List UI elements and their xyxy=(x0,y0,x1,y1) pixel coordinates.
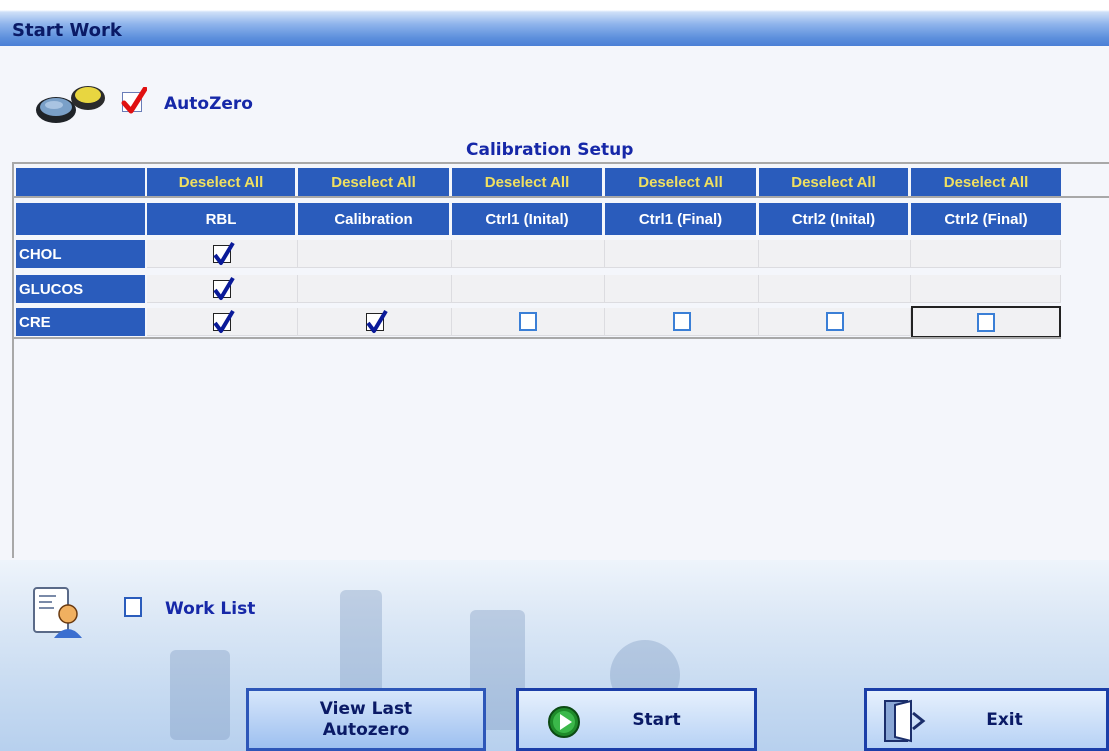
table-top-rule xyxy=(12,162,1109,164)
cell-chol-ctrl1-initial xyxy=(452,240,605,268)
view-last-autozero-button[interactable]: View Last Autozero xyxy=(246,688,486,751)
deselect-all-ctrl2-initial-button[interactable]: Deselect All xyxy=(759,168,908,196)
lens-filters-icon xyxy=(36,86,105,123)
worklist-label: Work List xyxy=(165,599,256,619)
deselect-all-calibration-button[interactable]: Deselect All xyxy=(298,168,449,196)
column-header-rbl: RBL xyxy=(147,203,295,235)
cre-calibration-checkbox[interactable] xyxy=(365,309,388,333)
cell-chol-ctrl2-initial xyxy=(759,240,911,268)
column-header-ctrl2-initial: Ctrl2 (Inital) xyxy=(759,203,908,235)
cre-ctrl2-final-checkbox[interactable] xyxy=(977,312,995,332)
cell-glucos-ctrl1-final xyxy=(605,275,759,303)
title-bar: Start Work xyxy=(0,0,1109,46)
start-label: Start xyxy=(632,709,681,730)
exit-door-icon xyxy=(884,699,926,743)
column-header-calibration: Calibration xyxy=(298,203,449,235)
start-button[interactable]: Start xyxy=(516,688,757,751)
worklist-user-icon xyxy=(33,587,82,638)
cre-ctrl2-initial-checkbox[interactable] xyxy=(825,312,844,331)
check-icon xyxy=(213,276,235,300)
cell-glucos-ctrl2-final xyxy=(911,275,1061,303)
check-icon xyxy=(365,309,388,333)
exit-button[interactable]: Exit xyxy=(864,688,1109,751)
play-icon xyxy=(548,706,580,738)
cell-chol-rbl xyxy=(147,240,298,268)
cell-cre-ctrl2-initial xyxy=(759,308,911,336)
row-header-chol: CHOL xyxy=(16,240,145,268)
check-icon xyxy=(213,241,235,265)
table-mid-rule xyxy=(12,196,1109,198)
view-last-autozero-label: View Last Autozero xyxy=(319,698,413,740)
bottle-decoration xyxy=(170,650,230,740)
cre-rbl-checkbox[interactable] xyxy=(213,309,235,333)
cell-glucos-ctrl2-initial xyxy=(759,275,911,303)
glucos-rbl-checkbox[interactable] xyxy=(213,276,235,300)
cell-cre-ctrl1-final xyxy=(605,308,759,336)
exit-label: Exit xyxy=(986,709,1023,730)
column-header-ctrl2-final: Ctrl2 (Final) xyxy=(911,203,1061,235)
row-header-glucos: GLUCOS xyxy=(16,275,145,303)
cell-cre-ctrl2-final xyxy=(911,306,1061,338)
autozero-label: AutoZero xyxy=(164,94,253,114)
cell-chol-ctrl2-final xyxy=(911,240,1061,268)
autozero-checkbox[interactable] xyxy=(121,87,147,114)
cell-chol-ctrl1-final xyxy=(605,240,759,268)
column-header-ctrl1-initial: Ctrl1 (Inital) xyxy=(452,203,602,235)
cell-chol-calibration xyxy=(298,240,452,268)
row-header-cre: CRE xyxy=(16,308,145,336)
red-check-icon xyxy=(121,87,147,114)
cell-glucos-ctrl1-initial xyxy=(452,275,605,303)
cell-glucos-calibration xyxy=(298,275,452,303)
table-bottom-rule xyxy=(12,337,1061,339)
cre-ctrl1-initial-checkbox[interactable] xyxy=(519,312,537,331)
cell-cre-ctrl1-initial xyxy=(452,308,605,336)
cell-glucos-rbl xyxy=(147,275,298,303)
deselect-all-ctrl2-final-button[interactable]: Deselect All xyxy=(911,168,1061,196)
worklist-checkbox[interactable] xyxy=(124,597,142,617)
window-title: Start Work xyxy=(12,20,122,41)
chol-rbl-checkbox[interactable] xyxy=(213,241,235,265)
deselect-all-ctrl1-final-button[interactable]: Deselect All xyxy=(605,168,756,196)
deselect-all-rbl-button[interactable]: Deselect All xyxy=(147,168,295,196)
cell-cre-calibration xyxy=(298,308,452,336)
cell-cre-rbl xyxy=(147,308,298,336)
cre-ctrl1-final-checkbox[interactable] xyxy=(672,312,691,331)
column-header-ctrl1-final: Ctrl1 (Final) xyxy=(605,203,756,235)
deselect-all-ctrl1-initial-button[interactable]: Deselect All xyxy=(452,168,602,196)
calibration-setup-title: Calibration Setup xyxy=(466,140,634,160)
deselect-row-spacer xyxy=(16,168,145,196)
header-corner xyxy=(16,203,145,235)
check-icon xyxy=(213,309,235,333)
